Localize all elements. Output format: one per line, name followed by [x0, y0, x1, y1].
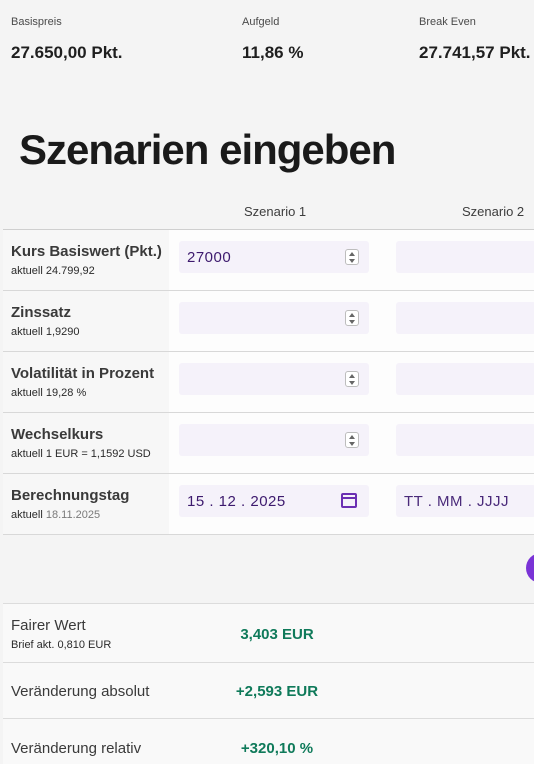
- page-title: Szenarien eingeben: [19, 126, 396, 173]
- calendar-icon[interactable]: [341, 493, 357, 508]
- row-sublabel: aktuell 1 EUR = 1,1592 USD: [11, 448, 151, 460]
- row-label: Kurs Basiswert (Pkt.): [11, 243, 162, 260]
- row-sublabel: aktuell 18.11.2025: [11, 509, 100, 521]
- kpi-value: 11,86 %: [242, 43, 304, 62]
- input-volatilitaet-szenario-2[interactable]: [396, 363, 534, 395]
- result-value: +2,593 EUR: [235, 683, 319, 700]
- kpi-value: 27.741,57 Pkt.: [419, 43, 531, 62]
- result-veraenderung-relativ: Veränderung relativ +320,10 %: [3, 718, 534, 764]
- row-label-cell: Kurs Basiswert (Pkt.) aktuell 24.799,92: [3, 230, 169, 290]
- row-label-cell: Berechnungstag aktuell 18.11.2025: [3, 474, 169, 534]
- row-label-cell: Zinssatz aktuell 1,9290: [3, 291, 169, 351]
- input-value: 27000: [187, 249, 232, 266]
- row-sublabel: aktuell 1,9290: [11, 326, 80, 338]
- result-label: Fairer Wert: [11, 617, 86, 634]
- input-volatilitaet-szenario-1[interactable]: [179, 363, 369, 395]
- row-label-cell: Volatilität in Prozent aktuell 19,28 %: [3, 352, 169, 412]
- spinner-icon[interactable]: [345, 432, 359, 448]
- input-kurs-szenario-1[interactable]: 27000: [179, 241, 369, 273]
- sublabel-value: 24.799,92: [45, 265, 95, 277]
- kpi-label: Basispreis: [11, 16, 62, 28]
- row-input-cells: [169, 291, 534, 351]
- kpi-label: Break Even: [419, 16, 476, 28]
- sublabel-prefix: aktuell: [11, 387, 43, 399]
- sublabel-prefix: aktuell: [11, 448, 43, 460]
- row-input-cells: [169, 413, 534, 473]
- column-header-szenario-2: Szenario 2: [462, 204, 525, 219]
- row-label-cell: Wechselkurs aktuell 1 EUR = 1,1592 USD: [3, 413, 169, 473]
- row-zinssatz: Zinssatz aktuell 1,9290: [3, 291, 534, 352]
- row-label: Berechnungstag: [11, 487, 130, 504]
- row-label: Zinssatz: [11, 304, 72, 321]
- row-input-cells: 15 . 12 . 2025 TT . MM . JJJJ: [169, 474, 534, 534]
- result-veraenderung-absolut: Veränderung absolut +2,593 EUR: [3, 662, 534, 719]
- row-label: Volatilität in Prozent: [11, 365, 155, 382]
- result-label: Veränderung absolut: [11, 683, 150, 700]
- date-input-szenario-1[interactable]: 15 . 12 . 2025: [179, 485, 369, 517]
- result-value: +320,10 %: [240, 740, 314, 757]
- sublabel-prefix: aktuell: [11, 326, 43, 338]
- result-fairer-wert: Fairer Wert Brief akt. 0,810 EUR 3,403 E…: [3, 603, 534, 663]
- spinner-icon[interactable]: [345, 371, 359, 387]
- date-input-szenario-2[interactable]: TT . MM . JJJJ: [396, 485, 534, 517]
- circle-button[interactable]: [526, 553, 534, 583]
- row-wechselkurs: Wechselkurs aktuell 1 EUR = 1,1592 USD: [3, 413, 534, 474]
- result-sublabel: Brief akt. 0,810 EUR: [11, 639, 112, 651]
- sublabel-value: 19,28 %: [45, 387, 87, 399]
- sublabel-value: 1 EUR = 1,1592 USD: [45, 448, 151, 460]
- input-zinssatz-szenario-2[interactable]: [396, 302, 534, 334]
- input-placeholder: TT . MM . JJJJ: [404, 493, 510, 510]
- input-wechselkurs-szenario-2[interactable]: [396, 424, 534, 456]
- row-label: Wechselkurs: [11, 426, 104, 443]
- column-header-szenario-1: Szenario 1: [244, 204, 307, 219]
- input-zinssatz-szenario-1[interactable]: [179, 302, 369, 334]
- row-volatilitaet: Volatilität in Prozent aktuell 19,28 %: [3, 352, 534, 413]
- spinner-icon[interactable]: [345, 310, 359, 326]
- sublabel-value: 18.11.2025: [45, 509, 101, 521]
- row-input-cells: [169, 352, 534, 412]
- row-kurs-basiswert: Kurs Basiswert (Pkt.) aktuell 24.799,92 …: [3, 230, 534, 291]
- sublabel-prefix: aktuell: [11, 265, 43, 277]
- row-sublabel: aktuell 19,28 %: [11, 387, 86, 399]
- row-berechnungstag: Berechnungstag aktuell 18.11.2025 15 . 1…: [3, 474, 534, 535]
- row-input-cells: 27000: [169, 230, 534, 290]
- row-sublabel: aktuell 24.799,92: [11, 265, 95, 277]
- result-value: 3,403 EUR: [240, 626, 314, 643]
- kpi-value: 27.650,00 Pkt.: [11, 43, 123, 62]
- sublabel-value: 1,9290: [45, 326, 80, 338]
- result-label: Veränderung relativ: [11, 740, 142, 757]
- spinner-icon[interactable]: [345, 249, 359, 265]
- input-wechselkurs-szenario-1[interactable]: [179, 424, 369, 456]
- input-kurs-szenario-2[interactable]: [396, 241, 534, 273]
- kpi-label: Aufgeld: [242, 16, 280, 28]
- sublabel-prefix: aktuell: [11, 509, 43, 521]
- input-value: 15 . 12 . 2025: [187, 493, 286, 510]
